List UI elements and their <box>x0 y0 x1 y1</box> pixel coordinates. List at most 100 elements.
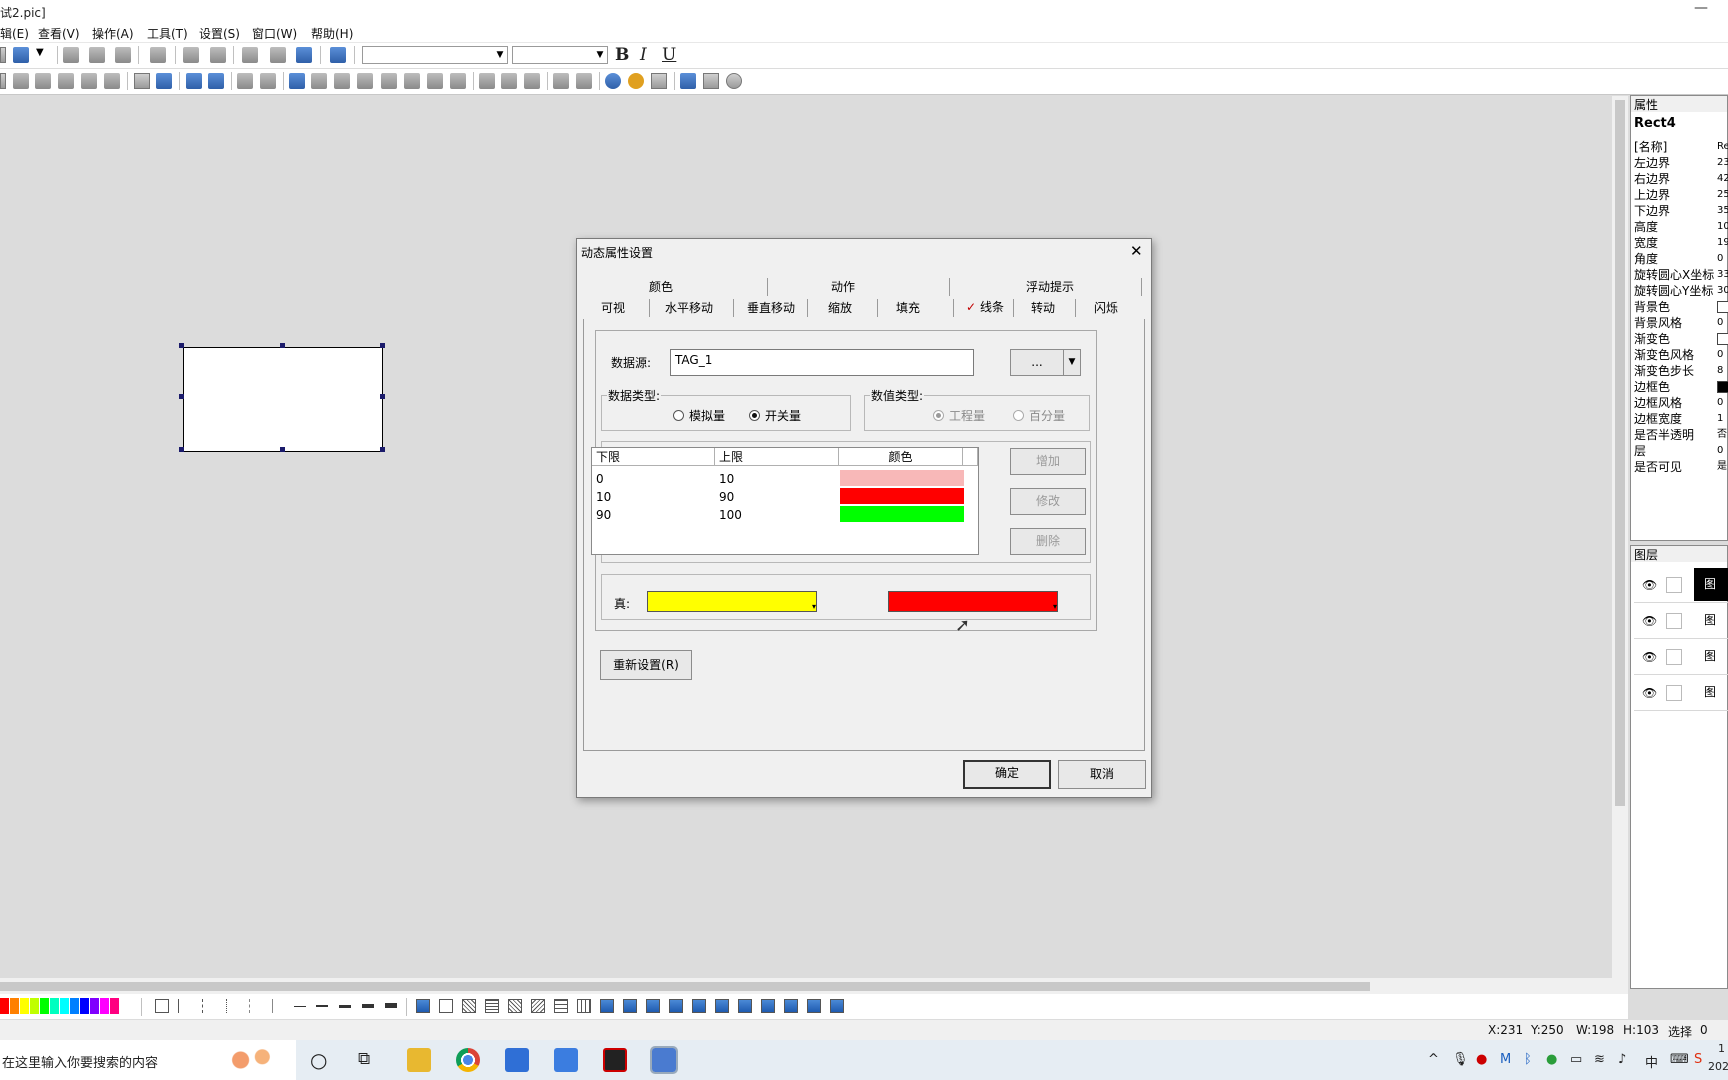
frame-icon[interactable] <box>289 73 305 89</box>
same-size-icon[interactable] <box>311 73 327 89</box>
tray-red-icon[interactable]: ● <box>1476 1052 1487 1067</box>
line-width-2[interactable] <box>316 1005 328 1007</box>
radio-analog[interactable]: 模拟量 <box>673 407 725 424</box>
diagonal-hatch-pattern[interactable] <box>462 999 476 1013</box>
font-size-combo[interactable]: ▼ <box>512 46 608 64</box>
tab-fill[interactable]: 填充 <box>883 298 933 318</box>
property-value[interactable]: 0 <box>1717 395 1723 411</box>
property-value[interactable]: 23 <box>1717 155 1728 171</box>
flip-vertical-icon[interactable] <box>104 73 120 89</box>
resize-handle[interactable] <box>380 394 385 399</box>
bluetooth-icon[interactable]: ᛒ <box>1524 1052 1532 1067</box>
page-icon[interactable] <box>134 73 150 89</box>
datasource-input[interactable]: TAG_1 <box>670 349 974 376</box>
true-color-picker[interactable]: ▾ <box>647 591 817 612</box>
resize-handle[interactable] <box>179 447 184 452</box>
resize-handle[interactable] <box>380 343 385 348</box>
layer-row[interactable]: 👁 图 <box>1634 676 1728 711</box>
bring-front-icon[interactable] <box>183 47 199 63</box>
settings-app-icon[interactable] <box>554 1048 578 1072</box>
tab-color[interactable]: 颜色 <box>611 277 711 297</box>
window-icon[interactable] <box>156 73 172 89</box>
palette-swatch[interactable] <box>70 998 79 1014</box>
active-app-icon[interactable] <box>650 1046 678 1074</box>
line-width-3[interactable] <box>339 1005 351 1008</box>
horizontal-scrollbar[interactable] <box>0 978 1628 994</box>
grid-hatch-pattern[interactable] <box>485 999 499 1013</box>
align-right-icon[interactable] <box>357 73 373 89</box>
rotate-icon[interactable] <box>13 73 29 89</box>
gradient-pattern-2[interactable] <box>623 999 637 1013</box>
dashdot-pattern[interactable] <box>249 999 263 1013</box>
line-width-4[interactable] <box>362 1004 374 1008</box>
property-value[interactable]: 0 <box>1717 315 1723 331</box>
fit-window-icon[interactable] <box>680 73 696 89</box>
center-v-icon[interactable] <box>576 73 592 89</box>
delete-icon[interactable] <box>150 47 166 63</box>
font-name-combo[interactable]: ▼ <box>362 46 508 64</box>
ime-indicator[interactable]: 中 <box>1645 1052 1658 1071</box>
radio-switch[interactable]: 开关量 <box>749 407 801 424</box>
battery-icon[interactable]: ▭ <box>1570 1052 1582 1067</box>
column-header-color[interactable]: 颜色 <box>839 448 963 466</box>
layer2-icon[interactable] <box>208 73 224 89</box>
space-horizontal-icon[interactable] <box>479 73 495 89</box>
tab-blink[interactable]: 闪烁 <box>1081 298 1131 318</box>
gradient-pattern-6[interactable] <box>715 999 729 1013</box>
bold-button[interactable]: B <box>615 45 629 65</box>
property-value[interactable]: 0 <box>1717 443 1723 459</box>
gradient-pattern-8[interactable] <box>761 999 775 1013</box>
property-value[interactable]: 是 <box>1717 459 1727 475</box>
group-icon[interactable] <box>242 47 258 63</box>
resize-handle[interactable] <box>280 343 285 348</box>
property-value[interactable]: 30 <box>1717 283 1728 299</box>
flip-horizontal-icon[interactable] <box>81 73 97 89</box>
property-color-box[interactable] <box>1717 301 1728 313</box>
save-dropdown-icon[interactable]: ▼ <box>36 47 52 63</box>
new-file-icon[interactable] <box>0 47 6 63</box>
same-width-icon[interactable] <box>237 73 253 89</box>
distribute-icon[interactable] <box>524 73 540 89</box>
no-fill-pattern[interactable] <box>155 999 169 1013</box>
resize-handle[interactable] <box>179 394 184 399</box>
horizontal-hatch-pattern[interactable] <box>554 999 568 1013</box>
property-value[interactable]: 1 <box>1717 411 1723 427</box>
clock-time[interactable]: 1 <box>1718 1042 1725 1055</box>
radio-engineering[interactable]: 工程量 <box>933 407 985 424</box>
property-value[interactable]: 否 <box>1717 427 1727 443</box>
tab-scale[interactable]: 缩放 <box>815 298 865 318</box>
column-header-low[interactable]: 下限 <box>592 448 715 466</box>
gradient-pattern-4[interactable] <box>669 999 683 1013</box>
full-screen-icon[interactable] <box>703 73 719 89</box>
clock-date[interactable]: 202 <box>1708 1060 1728 1073</box>
thin-line-pattern[interactable] <box>272 999 286 1013</box>
palette-swatch[interactable] <box>100 998 109 1014</box>
dot-pattern[interactable] <box>226 999 240 1013</box>
eye-icon[interactable]: 👁 <box>1642 578 1657 592</box>
gradient-pattern-5[interactable] <box>692 999 706 1013</box>
paste-icon[interactable] <box>115 47 131 63</box>
rotate-left-icon[interactable] <box>35 73 51 89</box>
copy-icon[interactable] <box>89 47 105 63</box>
vertical-scrollbar[interactable] <box>1612 96 1628 978</box>
gradient-pattern-7[interactable] <box>738 999 752 1013</box>
cut-icon[interactable] <box>63 47 79 63</box>
property-value[interactable]: 35 <box>1717 203 1728 219</box>
range-table[interactable]: 下限 上限 颜色 0 10 10 90 90 100 <box>591 447 979 555</box>
send-back-icon[interactable] <box>210 47 226 63</box>
chevron-up-icon[interactable]: ^ <box>1428 1052 1439 1067</box>
keyboard-icon[interactable]: ⌨ <box>1670 1052 1689 1067</box>
palette-swatch[interactable] <box>30 998 39 1014</box>
property-value[interactable]: 0 <box>1717 251 1723 267</box>
scroll-thumb[interactable] <box>0 982 1370 991</box>
palette-swatch[interactable] <box>50 998 59 1014</box>
property-value[interactable]: 42 <box>1717 171 1728 187</box>
resize-handle[interactable] <box>280 447 285 452</box>
app-icon-blue[interactable] <box>505 1048 529 1072</box>
modify-button[interactable]: 修改 <box>1010 488 1086 515</box>
cortana-icon[interactable]: ○ <box>310 1048 327 1072</box>
same-height-icon[interactable] <box>260 73 276 89</box>
palette-swatch[interactable] <box>110 998 119 1014</box>
tab-horizontal-move[interactable]: 水平移动 <box>659 298 719 318</box>
tab-visible[interactable]: 可视 <box>593 298 633 318</box>
